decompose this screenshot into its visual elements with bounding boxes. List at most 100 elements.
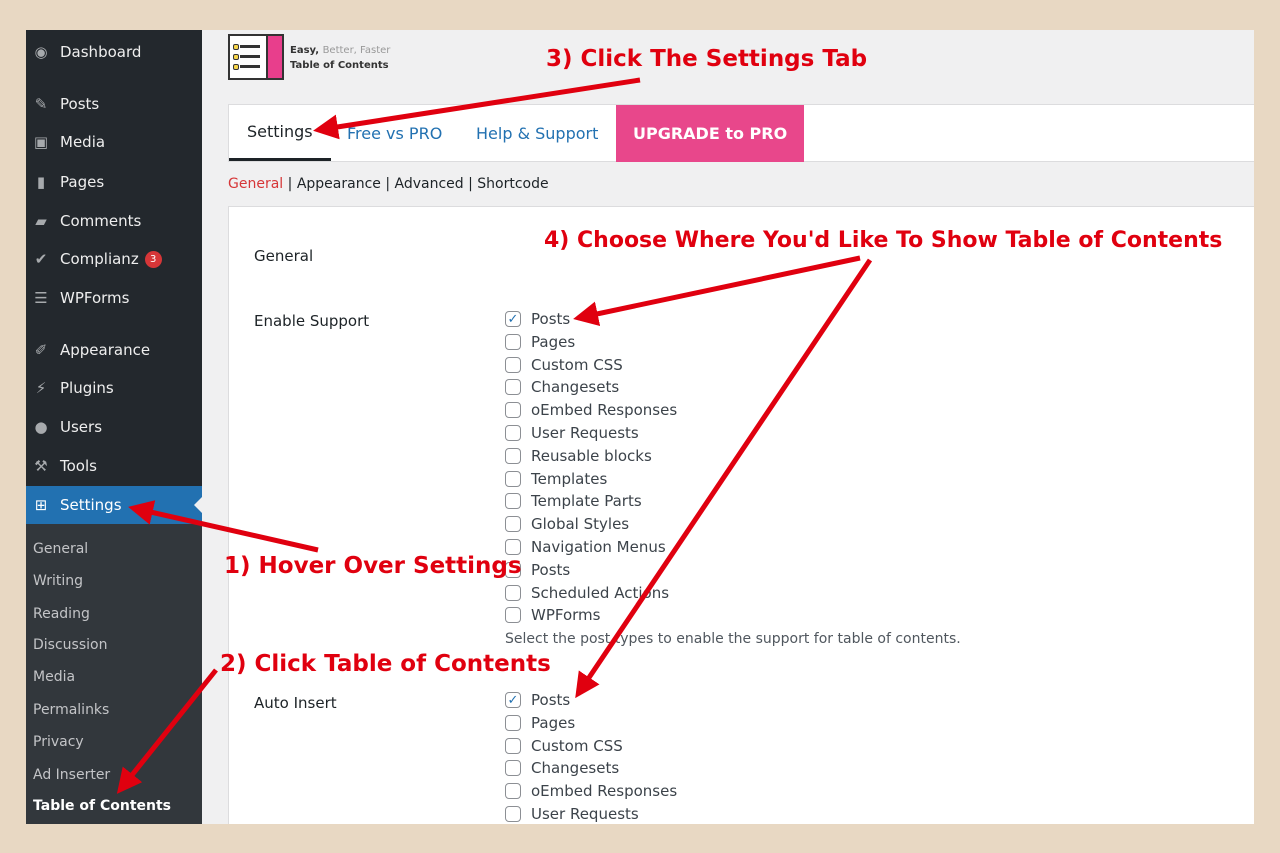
menu-item-tools[interactable]: ⚒ Tools (26, 448, 202, 484)
checkbox-checked-icon[interactable]: ✓ (505, 311, 521, 327)
checkbox-icon[interactable] (505, 402, 521, 419)
checkbox-icon[interactable] (505, 470, 521, 487)
menu-item-users[interactable]: ● Users (26, 409, 202, 445)
subtab-separator: | (385, 176, 391, 192)
checkbox-option[interactable]: Template Parts (505, 490, 642, 512)
checkbox-option[interactable]: Changesets (505, 757, 619, 779)
tab-settings[interactable]: Settings (229, 105, 331, 161)
checkbox-label: User Requests (531, 424, 639, 442)
checkbox-option[interactable]: Navigation Menus (505, 536, 666, 558)
menu-item-plugins[interactable]: ⚡ Plugins (26, 370, 202, 406)
checkbox-icon[interactable] (505, 379, 521, 396)
checkbox-icon[interactable] (505, 760, 521, 777)
admin-sidebar: ◉ Dashboard ✎ Posts ▣ Media ▮ Pages ▰ Co… (26, 30, 202, 824)
submenu-reading[interactable]: Reading (33, 606, 90, 622)
menu-item-appearance[interactable]: ✐ Appearance (26, 332, 202, 368)
settings-subtabs: General | Appearance | Advanced | Shortc… (228, 176, 549, 192)
checkbox-option[interactable]: ✓ Posts (505, 308, 570, 330)
menu-item-wpforms[interactable]: ☰ WPForms (26, 280, 202, 316)
menu-label: Posts (60, 95, 100, 113)
checkbox-icon[interactable] (505, 806, 521, 822)
menu-label: Plugins (60, 379, 114, 397)
checkbox-label: Scheduled Actions (531, 583, 670, 602)
brand-name: Table of Contents (290, 60, 389, 71)
annotation-step1: 1) Hover Over Settings (224, 553, 522, 579)
menu-label: Pages (60, 173, 105, 191)
checkbox-option[interactable]: Custom CSS (505, 354, 623, 376)
checkbox-label: Pages (531, 332, 576, 351)
tab-free-vs-pro[interactable]: Free vs PRO (347, 105, 442, 161)
plugin-logo-icon (228, 34, 284, 80)
checkbox-icon[interactable] (505, 714, 521, 731)
checkbox-icon[interactable] (505, 493, 521, 510)
menu-item-posts[interactable]: ✎ Posts (26, 86, 202, 122)
menu-label: Appearance (60, 341, 151, 359)
enable-support-label: Enable Support (254, 312, 370, 330)
checkbox-icon[interactable] (505, 425, 521, 441)
checkbox-checked-icon[interactable]: ✓ (505, 692, 521, 708)
menu-item-comments[interactable]: ▰ Comments (26, 203, 202, 239)
checkbox-label: Posts (531, 310, 571, 328)
menu-item-media[interactable]: ▣ Media (26, 124, 202, 160)
subtab-general[interactable]: General (228, 176, 283, 192)
subtab-advanced[interactable]: Advanced (395, 176, 464, 192)
menu-label: Users (60, 418, 103, 436)
submenu-writing[interactable]: Writing (33, 573, 83, 589)
menu-item-pages[interactable]: ▮ Pages (26, 164, 202, 200)
checkbox-icon[interactable] (505, 516, 521, 533)
tab-help-support[interactable]: Help & Support (476, 105, 598, 161)
section-title: General (254, 247, 314, 265)
check-icon: ✔ (34, 250, 48, 268)
comment-icon: ▰ (35, 212, 47, 230)
checkbox-option[interactable]: Pages (505, 712, 575, 734)
tab-upgrade-pro[interactable]: UPGRADE to PRO (616, 105, 805, 162)
main-content: Easy, Better, Faster Table of Contents S… (202, 30, 1254, 824)
menu-item-complianz[interactable]: ✔ Complianz 3 (26, 241, 202, 277)
checkbox-option[interactable]: Scheduled Actions (505, 582, 669, 604)
checkbox-icon[interactable] (505, 333, 521, 350)
subtab-shortcode[interactable]: Shortcode (477, 176, 548, 192)
checkbox-option[interactable]: WPForms (505, 604, 600, 626)
submenu-permalinks[interactable]: Permalinks (33, 702, 109, 718)
submenu-discussion[interactable]: Discussion (33, 637, 107, 653)
checkbox-label: oEmbed Responses (531, 401, 678, 420)
menu-label: Settings (60, 496, 122, 514)
tagline-rest: Better, Faster (322, 45, 391, 56)
settings-panel: General Enable Support ✓ Posts Pages Custom… (228, 206, 1254, 824)
checkbox-option[interactable]: oEmbed Responses (505, 399, 677, 421)
checkbox-icon[interactable] (505, 783, 521, 800)
checkbox-option[interactable]: oEmbed Responses (505, 780, 677, 802)
menu-label: Tools (60, 457, 97, 475)
pages-icon: ▮ (36, 173, 46, 191)
checkbox-label: User Requests (531, 805, 639, 823)
checkbox-icon[interactable] (505, 584, 521, 601)
auto-insert-label: Auto Insert (254, 694, 337, 712)
checkbox-option[interactable]: Templates (505, 468, 607, 490)
settings-icon: ⊞ (34, 496, 48, 514)
checkbox-label: Global Styles (531, 515, 630, 534)
checkbox-option[interactable]: Global Styles (505, 513, 629, 535)
checkbox-option[interactable]: Custom CSS (505, 735, 623, 757)
checkbox-label: Custom CSS (531, 736, 623, 755)
checkbox-icon[interactable] (505, 737, 521, 754)
checkbox-label: Changesets (531, 759, 620, 778)
submenu-media[interactable]: Media (33, 669, 75, 685)
checkbox-option[interactable]: Reusable blocks (505, 445, 652, 467)
menu-item-settings[interactable]: ⊞ Settings (26, 486, 202, 524)
checkbox-option[interactable]: Pages (505, 331, 575, 353)
submenu-table-of-contents[interactable]: Table of Contents (33, 798, 171, 814)
checkbox-option[interactable]: ✓ Posts (505, 689, 570, 711)
checkbox-option[interactable]: User Requests (505, 422, 639, 444)
submenu-privacy[interactable]: Privacy (33, 734, 84, 750)
annotation-step2: 2) Click Table of Contents (220, 651, 551, 677)
subtab-appearance[interactable]: Appearance (297, 176, 381, 192)
subtab-separator: | (468, 176, 473, 192)
checkbox-icon[interactable] (505, 356, 521, 373)
checkbox-option[interactable]: Changesets (505, 376, 619, 398)
checkbox-icon[interactable] (505, 447, 521, 464)
menu-item-dashboard[interactable]: ◉ Dashboard (26, 34, 202, 70)
submenu-ad-inserter[interactable]: Ad Inserter (33, 767, 110, 783)
submenu-general[interactable]: General (33, 541, 88, 557)
checkbox-icon[interactable] (505, 607, 521, 624)
checkbox-option[interactable]: User Requests (505, 803, 639, 824)
